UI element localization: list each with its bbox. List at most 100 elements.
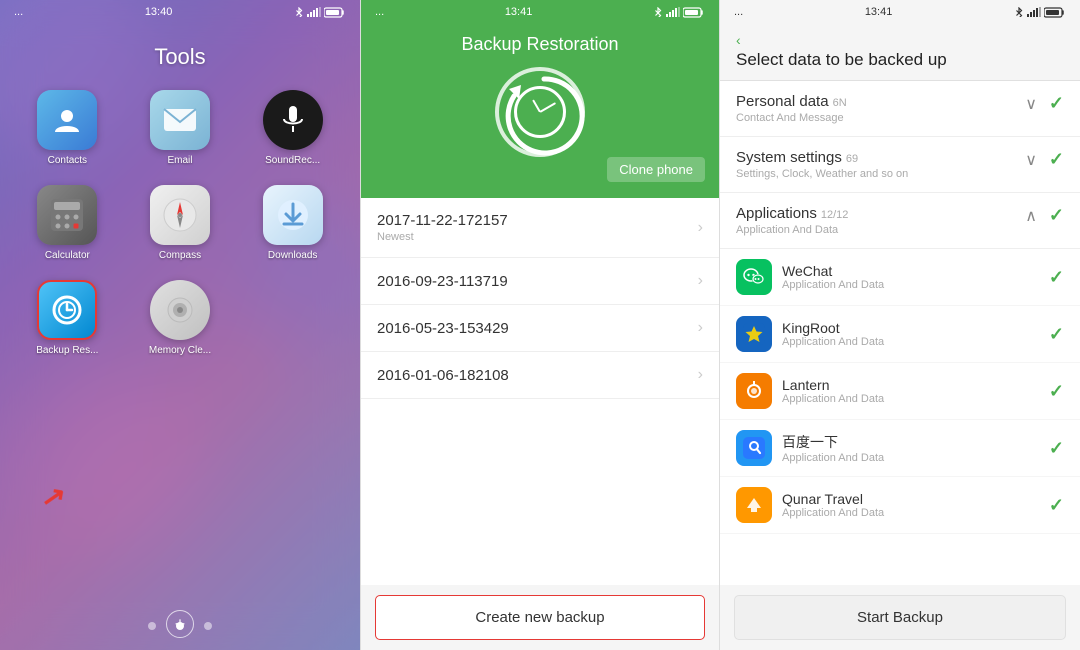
backup-item-2[interactable]: 2016-09-23-113719 › [361,258,719,305]
app-memory[interactable]: Memory Cle... [133,280,228,357]
personal-expand-icon[interactable]: ∨ [1025,94,1037,114]
dock [0,622,360,630]
memory-icon [150,280,210,340]
backup-chevron-4: › [698,366,703,384]
app-item-baidu[interactable]: 百度一下 Application And Data ✓ [720,420,1080,477]
applications-name: Applications [736,205,817,222]
downloads-icon [263,185,323,245]
create-new-backup-button[interactable]: Create new backup [375,595,705,640]
battery-icon-3 [1044,7,1066,18]
signal-icon [307,7,321,17]
bluetooth-icon-3 [1014,7,1024,17]
select-data-title: Select data to be backed up [736,50,1064,70]
status-left-1: ... [14,6,23,18]
contacts-label: Contacts [48,155,87,167]
qunar-icon [736,487,772,523]
battery-icon-2 [683,7,705,18]
backup-app-label: Backup Res... [36,345,98,357]
baidu-check[interactable]: ✓ [1049,438,1064,459]
kingroot-name: KingRoot [782,320,884,336]
lantern-icon [736,373,772,409]
app-compass[interactable]: Compass [133,185,228,262]
backup-restoration-title: Backup Restoration [461,34,618,55]
status-bar-panel3: ... 13:41 [720,0,1080,24]
soundrec-label: SoundRec... [265,155,320,167]
panel-backup-restoration: ... 13:41 Backup Restoration Clone phone… [360,0,720,650]
applications-sub: Application And Data [736,224,1025,236]
app-item-qunar[interactable]: Qunar Travel Application And Data ✓ [720,477,1080,534]
email-icon [150,90,210,150]
system-expand-icon[interactable]: ∨ [1025,150,1037,170]
status-right-1 [294,7,346,18]
qunar-name: Qunar Travel [782,491,884,507]
dot-3 [204,622,212,630]
backup-chevron-1: › [698,219,703,237]
backup-icon-circle [495,67,585,157]
system-settings-sub: Settings, Clock, Weather and so on [736,168,1025,180]
app-soundrec[interactable]: SoundRec... [245,90,340,167]
contacts-icon [37,90,97,150]
backup-item-left-4: 2016-01-06-182108 [377,367,509,384]
status-left-2: ... [375,6,384,18]
backup-date-1: 2017-11-22-172157 [377,212,508,229]
compass-label: Compass [159,250,201,262]
lantern-name: Lantern [782,377,884,393]
kingroot-check[interactable]: ✓ [1049,324,1064,345]
app-downloads[interactable]: Downloads [245,185,340,262]
backup-date-2: 2016-09-23-113719 [377,273,508,290]
status-right-2 [653,7,705,18]
applications-check-icon[interactable]: ✓ [1049,205,1064,226]
start-backup-button[interactable]: Start Backup [734,595,1066,640]
lantern-sub: Application And Data [782,393,884,405]
memory-label: Memory Cle... [149,345,211,357]
app-item-kingroot[interactable]: KingRoot Application And Data ✓ [720,306,1080,363]
backup-date-3: 2016-05-23-153429 [377,320,509,337]
personal-check-icon[interactable]: ✓ [1049,93,1064,114]
backup-item-1[interactable]: 2017-11-22-172157 Newest › [361,198,719,258]
applications-expand-icon[interactable]: ∧ [1025,206,1037,226]
backup-date-4: 2016-01-06-182108 [377,367,509,384]
section-system: System settings 69 Settings, Clock, Weat… [720,137,1080,193]
backup-sub-1: Newest [377,231,508,243]
back-button[interactable]: ‹ [736,32,1064,48]
compass-icon [150,185,210,245]
backup-item-left-2: 2016-09-23-113719 [377,273,508,290]
status-left-3: ... [734,6,743,18]
app-item-lantern[interactable]: Lantern Application And Data ✓ [720,363,1080,420]
app-grid: Contacts Email SoundRec... Calculator Co… [0,90,360,357]
section-applications: Applications 12/12 Application And Data … [720,193,1080,249]
backup-item-4[interactable]: 2016-01-06-182108 › [361,352,719,399]
backup-item-3[interactable]: 2016-05-23-153429 › [361,305,719,352]
section-personal: Personal data 6N Contact And Message ∨ ✓ [720,81,1080,137]
dot-1 [148,622,156,630]
data-list: Personal data 6N Contact And Message ∨ ✓… [720,81,1080,585]
backup-item-left-1: 2017-11-22-172157 Newest [377,212,508,243]
system-settings-size: 69 [846,153,858,165]
app-backup[interactable]: Backup Res... [20,280,115,357]
personal-data-size: 6N [833,97,847,109]
app-calculator[interactable]: Calculator [20,185,115,262]
signal-icon-2 [666,7,680,17]
backup-item-left-3: 2016-05-23-153429 [377,320,509,337]
app-email[interactable]: Email [133,90,228,167]
system-check-icon[interactable]: ✓ [1049,149,1064,170]
select-data-header: ‹ Select data to be backed up [720,24,1080,81]
wechat-check[interactable]: ✓ [1049,267,1064,288]
wechat-icon [736,259,772,295]
personal-data-name: Personal data [736,93,829,110]
status-right-3 [1014,7,1066,18]
app-item-wechat[interactable]: WeChat Application And Data ✓ [720,249,1080,306]
clone-phone-button[interactable]: Clone phone [607,157,705,182]
lantern-check[interactable]: ✓ [1049,381,1064,402]
kingroot-sub: Application And Data [782,336,884,348]
system-settings-name: System settings [736,149,842,166]
qunar-sub: Application And Data [782,507,884,519]
applications-size: 12/12 [821,209,849,221]
wechat-name: WeChat [782,263,884,279]
qunar-check[interactable]: ✓ [1049,495,1064,516]
backup-icon-app [37,280,97,340]
baidu-icon [736,430,772,466]
soundrec-icon [263,90,323,150]
kingroot-icon [736,316,772,352]
app-contacts[interactable]: Contacts [20,90,115,167]
